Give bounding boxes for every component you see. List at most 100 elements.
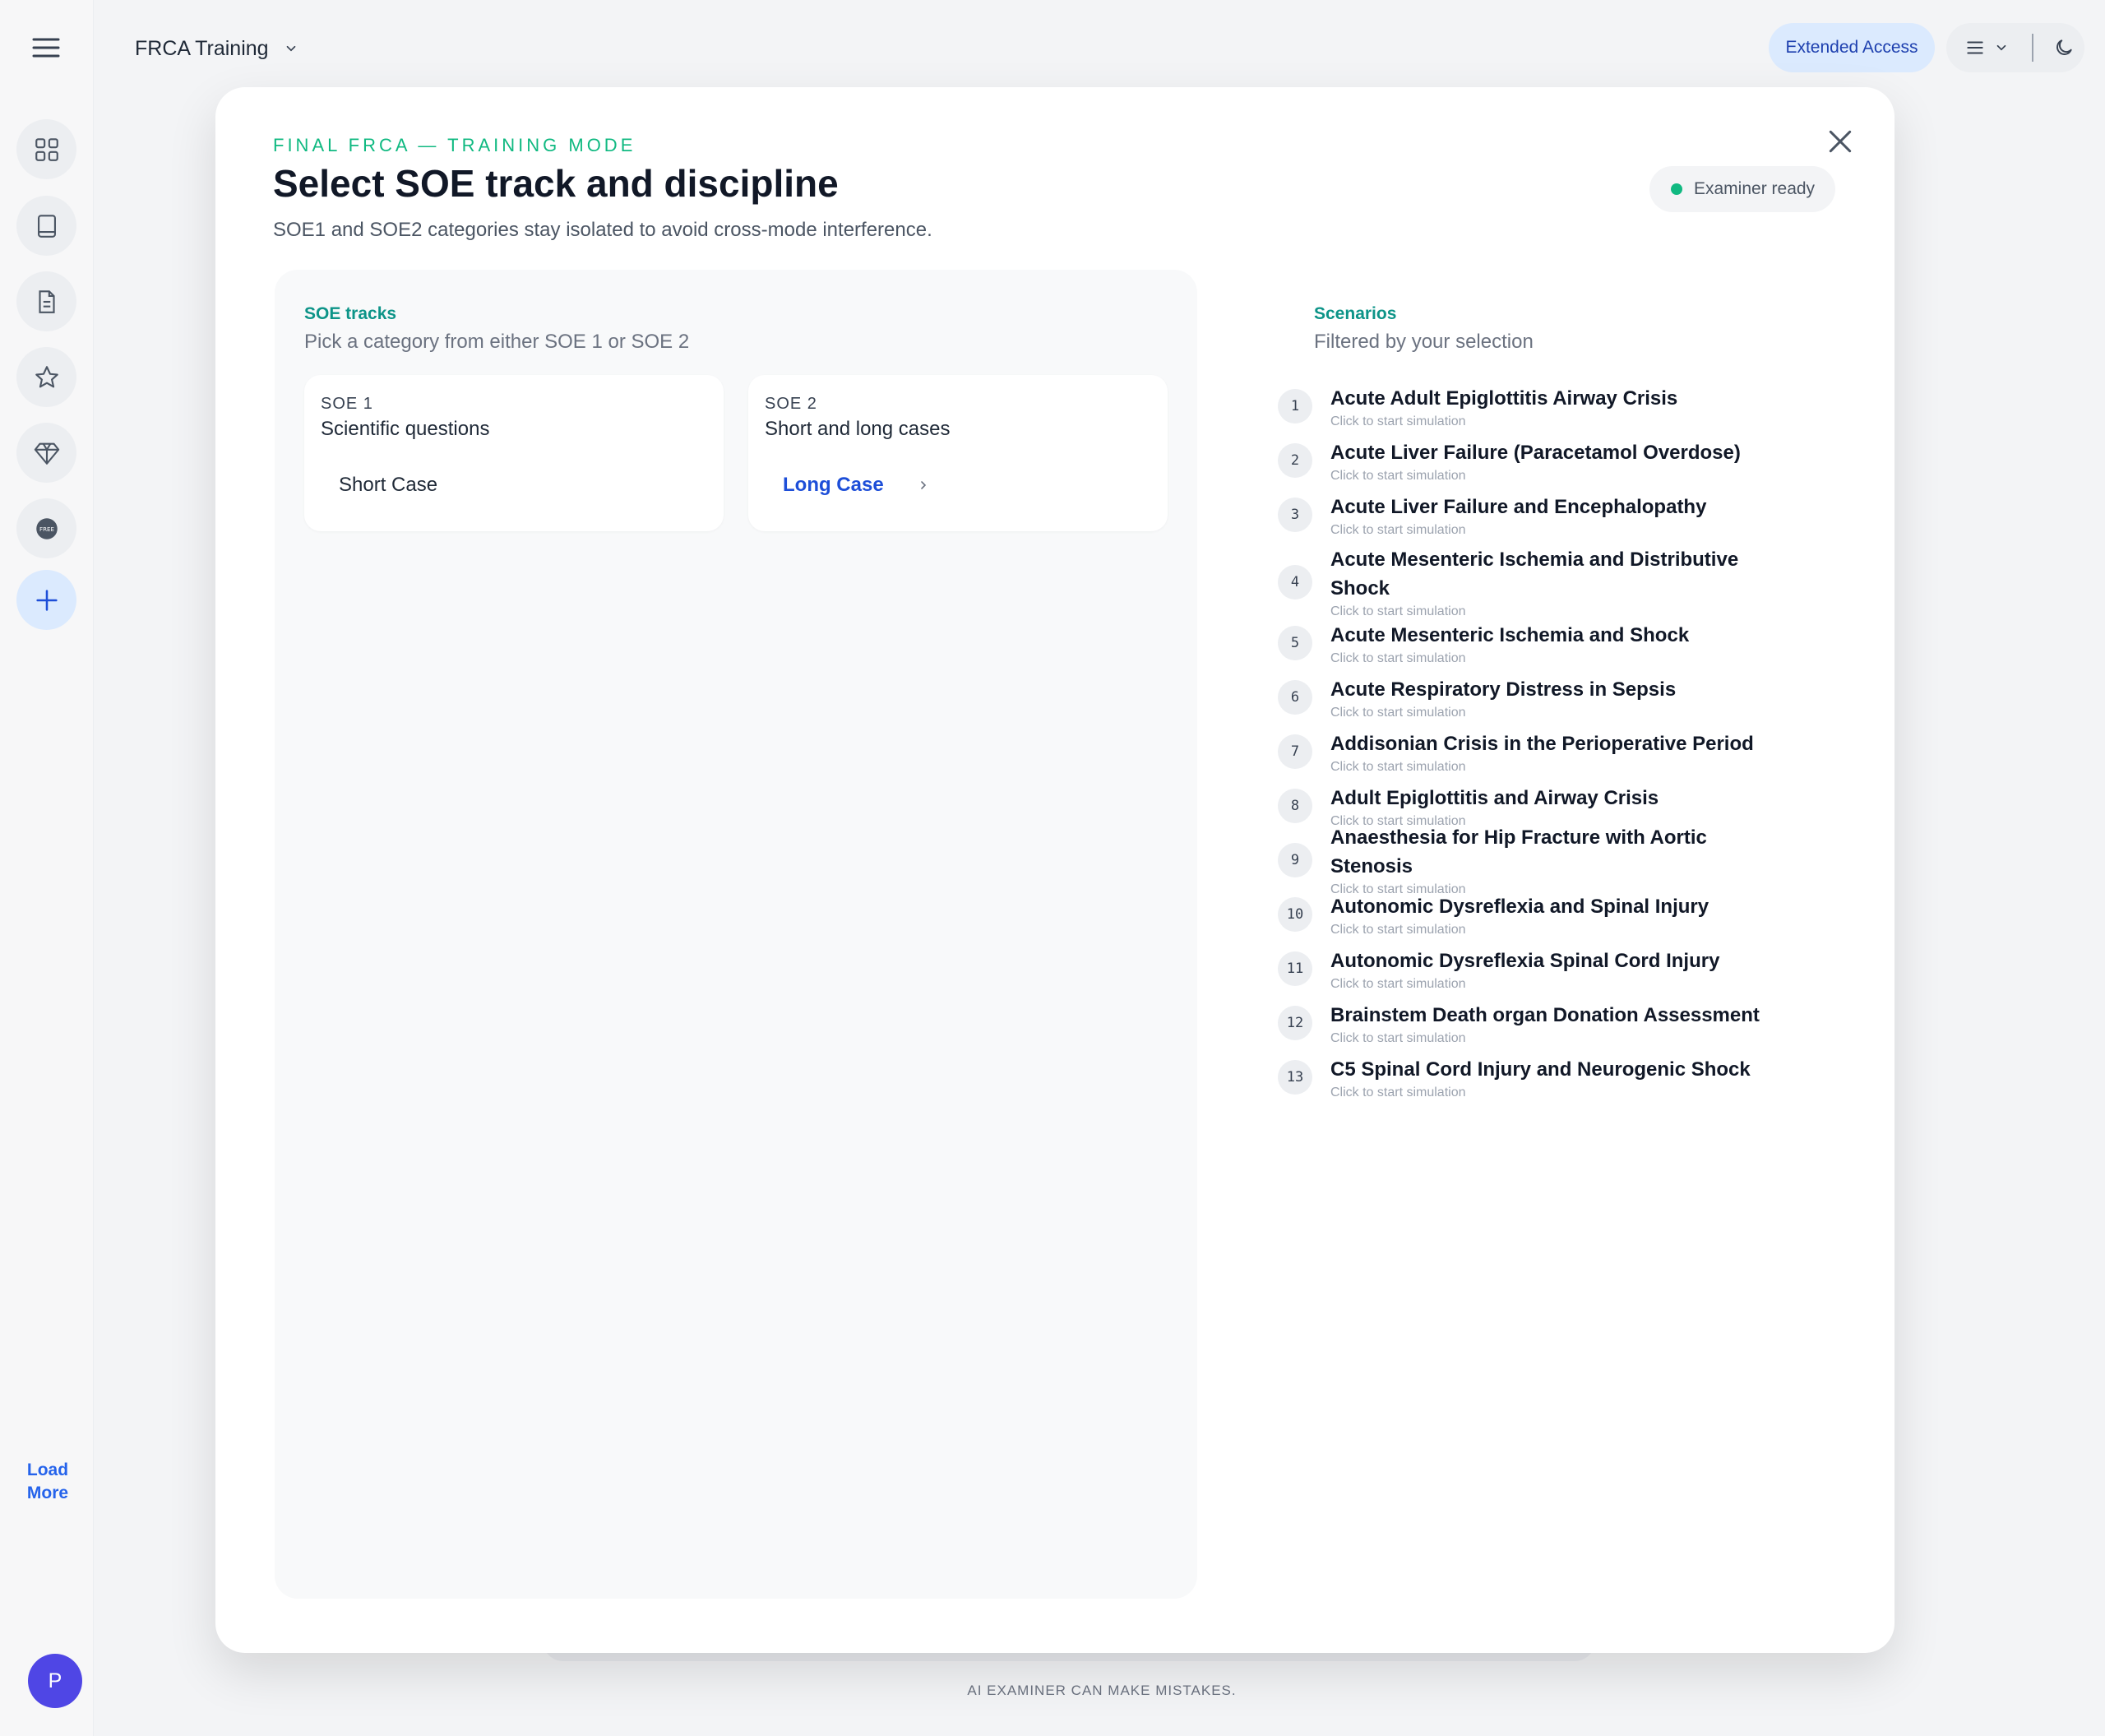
scenario-hint: Click to start simulation	[1330, 468, 1466, 483]
scenario-number: 9	[1278, 843, 1312, 877]
scenario-item[interactable]: 13 C5 Spinal Cord Injury and Neurogenic S…	[1260, 1054, 1852, 1100]
scenario-item[interactable]: 6 Acute Respiratory Distress in Sepsis Cli…	[1260, 674, 1852, 720]
scenario-hint: Click to start simulation	[1330, 922, 1466, 937]
menu-icon[interactable]	[30, 31, 62, 64]
scenario-text: Anaesthesia for Hip Fracture with Aortic…	[1330, 823, 1791, 897]
app-switcher[interactable]: FRCA Training	[117, 22, 311, 75]
status-label: Examiner ready	[1694, 179, 1816, 198]
scenario-number: 3	[1278, 498, 1312, 532]
scenario-text: Autonomic Dysreflexia and Spinal Injury C…	[1330, 892, 1791, 937]
scenario-name: Acute Adult Epiglottitis Airway Crisis	[1330, 387, 1678, 410]
scenario-number: 7	[1278, 734, 1312, 769]
modal-title: Select SOE track and discipline	[273, 162, 839, 205]
scenario-item[interactable]: 9 Anaesthesia for Hip Fracture with Aorti…	[1260, 826, 1852, 896]
scenario-number: 8	[1278, 789, 1312, 823]
scenario-number: 2	[1278, 443, 1312, 478]
scenario-number: 1	[1278, 389, 1312, 424]
book-icon	[37, 214, 56, 238]
sidebar-new-button[interactable]	[16, 570, 76, 630]
scenario-text: Acute Respiratory Distress in Sepsis Clic…	[1330, 675, 1791, 720]
scenario-hint: Click to start simulation	[1330, 976, 1466, 991]
track-card-soe2: SOE 2 Short and long cases Long Case	[748, 375, 1168, 531]
scenario-text: Acute Liver Failure and Encephalopathy Cl…	[1330, 493, 1791, 538]
scenario-hint: Click to start simulation	[1330, 705, 1466, 720]
scenario-item[interactable]: 12 Brainstem Death organ Donation Assessm…	[1260, 1000, 1852, 1046]
scenario-number: 13	[1278, 1060, 1312, 1095]
track-code: SOE 1	[321, 395, 373, 413]
chevron-right-icon	[920, 481, 926, 489]
scenario-name: Brainstem Death organ Donation Assessmen…	[1330, 1003, 1760, 1026]
sidebar-item-library[interactable]	[16, 196, 76, 256]
tracks-heading: SOE tracks	[304, 304, 397, 323]
scenario-number: 11	[1278, 951, 1312, 986]
scenario-number: 5	[1278, 626, 1312, 660]
scenario-name: Autonomic Dysreflexia Spinal Cord Injury	[1330, 949, 1720, 972]
track-option-label: Short Case	[339, 474, 438, 496]
disclaimer-text: AI EXAMINER CAN MAKE MISTAKES.	[967, 1683, 1237, 1698]
plus-icon	[35, 589, 58, 611]
sidebar-item-favorites[interactable]	[16, 347, 76, 407]
scenario-item[interactable]: 2 Acute Liver Failure (Paracetamol Overdo…	[1260, 437, 1852, 484]
track-option-long-case[interactable]: Long Case	[783, 474, 930, 497]
grid-icon	[35, 137, 58, 161]
examiner-status-badge: Examiner ready	[1649, 166, 1835, 212]
scenario-item[interactable]: 3 Acute Liver Failure and Encephalopathy C…	[1260, 492, 1852, 538]
scenario-item[interactable]: 8 Adult Epiglottitis and Airway Crisis Cli…	[1260, 783, 1852, 829]
sidebar-item-premium[interactable]	[16, 423, 76, 483]
scenario-hint: Click to start simulation	[1330, 604, 1466, 618]
app-switcher-label: FRCA Training	[135, 36, 269, 60]
scenario-name: Autonomic Dysreflexia and Spinal Injury	[1330, 895, 1709, 918]
scenario-name: Acute Mesenteric Ischemia and Distributi…	[1330, 549, 1739, 599]
scenario-name: Adult Epiglottitis and Airway Crisis	[1330, 786, 1659, 809]
scenario-name: C5 Spinal Cord Injury and Neurogenic Sho…	[1330, 1058, 1751, 1081]
scenario-name: Acute Liver Failure (Paracetamol Overdos…	[1330, 441, 1741, 464]
scenario-text: Acute Mesenteric Ischemia and Distributi…	[1330, 545, 1791, 619]
gem-icon	[34, 442, 59, 465]
sidebar-item-dashboard[interactable]	[16, 119, 76, 179]
scenario-name: Acute Respiratory Distress in Sepsis	[1330, 678, 1677, 701]
track-code: SOE 2	[765, 395, 817, 413]
tracks-subheading: Pick a category from either SOE 1 or SOE…	[304, 331, 690, 353]
sidebar-item-free[interactable]: FREE	[16, 498, 76, 558]
sidebar-item-documents[interactable]	[16, 271, 76, 331]
svg-text:FREE: FREE	[39, 525, 54, 532]
scenario-number: 4	[1278, 565, 1312, 599]
scenario-hint: Click to start simulation	[1330, 522, 1466, 537]
scenario-number: 6	[1278, 680, 1312, 715]
track-option-short-case[interactable]: Short Case	[339, 474, 437, 497]
soe-selection-modal: FINAL FRCA — TRAINING MODE Select SOE tr…	[215, 87, 1894, 1653]
extended-access-button[interactable]: Extended Access	[1769, 23, 1935, 72]
scenario-text: Acute Adult Epiglottitis Airway Crisis Cl…	[1330, 384, 1791, 429]
scenario-item[interactable]: 11 Autonomic Dysreflexia Spinal Cord Inju…	[1260, 946, 1852, 992]
options-menu[interactable]	[1946, 23, 2084, 72]
scenario-item[interactable]: 7 Addisonian Crisis in the Perioperative …	[1260, 729, 1852, 775]
modal-subtitle: SOE1 and SOE2 categories stay isolated t…	[273, 219, 932, 241]
scenario-hint: Click to start simulation	[1330, 1085, 1466, 1099]
scenario-text: Acute Liver Failure (Paracetamol Overdos…	[1330, 438, 1791, 484]
scenario-item[interactable]: 5 Acute Mesenteric Ischemia and Shock Clic…	[1260, 620, 1852, 666]
track-option-label: Long Case	[783, 474, 884, 496]
scenario-name: Acute Liver Failure and Encephalopathy	[1330, 495, 1707, 518]
moon-icon[interactable]	[2053, 37, 2075, 58]
scenario-item[interactable]: 4 Acute Mesenteric Ischemia and Distribut…	[1260, 544, 1852, 620]
divider	[2032, 34, 2033, 62]
track-description: Short and long cases	[765, 418, 951, 440]
load-more-link[interactable]: Load More	[15, 1459, 81, 1505]
document-icon	[38, 289, 55, 313]
avatar[interactable]: P	[28, 1654, 82, 1708]
free-badge-icon: FREE	[35, 517, 58, 539]
star-icon	[35, 365, 58, 387]
track-description: Scientific questions	[321, 418, 490, 440]
chevron-down-icon	[286, 45, 295, 52]
scenario-hint: Click to start simulation	[1330, 414, 1466, 428]
scenario-number: 12	[1278, 1006, 1312, 1040]
scenario-item[interactable]: 1 Acute Adult Epiglottitis Airway Crisis C…	[1260, 383, 1852, 429]
modal-eyebrow: FINAL FRCA — TRAINING MODE	[273, 135, 636, 155]
scenario-text: Adult Epiglottitis and Airway Crisis Clic…	[1330, 784, 1791, 829]
scenario-item[interactable]: 10 Autonomic Dysreflexia and Spinal Injur…	[1260, 891, 1852, 937]
scenario-hint: Click to start simulation	[1330, 650, 1466, 665]
status-dot	[1671, 183, 1682, 195]
close-icon[interactable]	[1824, 125, 1857, 158]
chevron-down-icon	[1996, 44, 2006, 51]
scenario-hint: Click to start simulation	[1330, 1030, 1466, 1045]
